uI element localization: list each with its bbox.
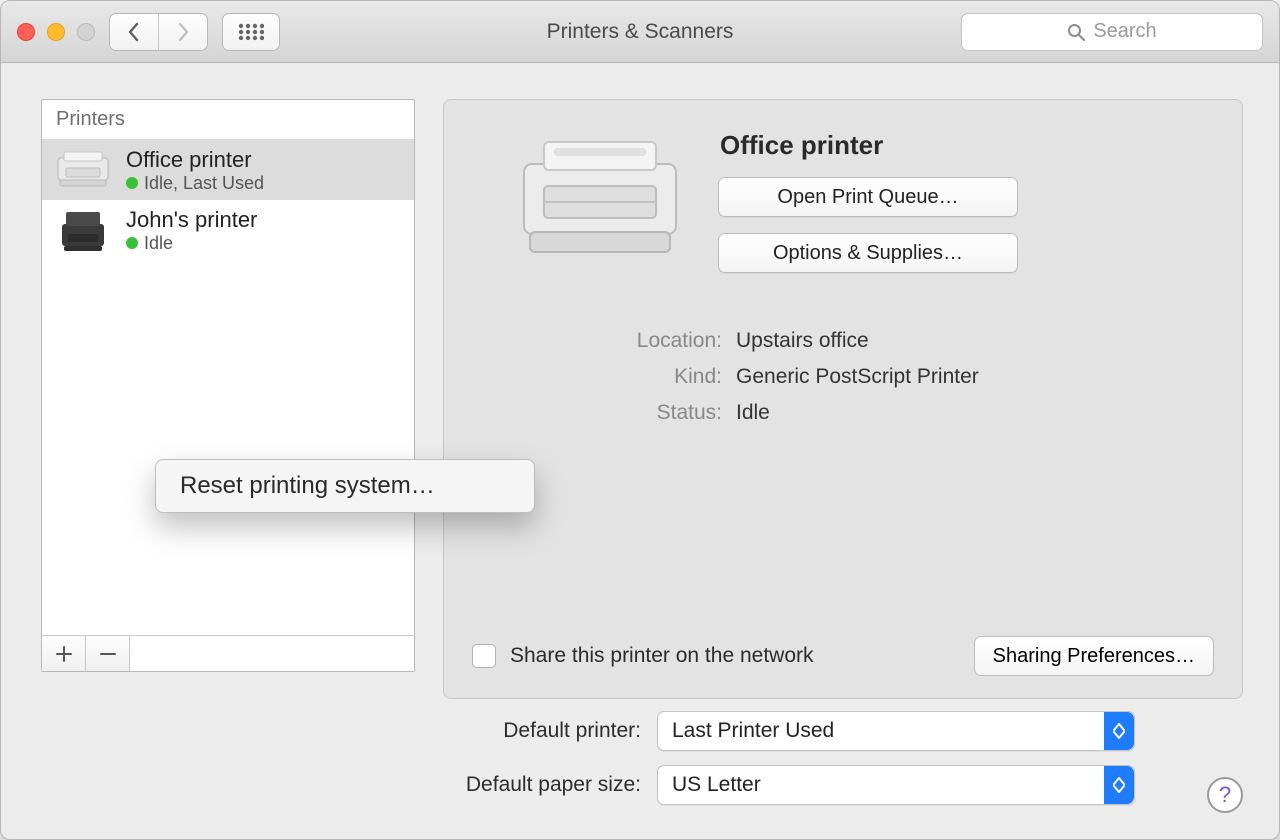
share-checkbox[interactable] <box>472 644 496 668</box>
search-icon <box>1067 23 1085 41</box>
printer-list: Office printer Idle, Last Used <box>42 140 414 635</box>
default-paper-value: US Letter <box>672 773 761 797</box>
status-dot-icon <box>126 177 138 189</box>
default-paper-label: Default paper size: <box>41 773 641 797</box>
show-all-prefs <box>222 13 280 51</box>
printer-large-icon <box>510 124 690 274</box>
share-label: Share this printer on the network <box>510 644 814 668</box>
sharing-preferences-button[interactable]: Sharing Preferences… <box>974 636 1214 676</box>
zoom-window-icon <box>77 23 95 41</box>
open-print-queue-button[interactable]: Open Print Queue… <box>718 177 1018 217</box>
options-supplies-button[interactable]: Options & Supplies… <box>718 233 1018 273</box>
location-label: Location: <box>592 329 722 353</box>
printer-status: Idle, Last Used <box>126 173 264 194</box>
location-value: Upstairs office <box>736 329 869 353</box>
printer-row-office[interactable]: Office printer Idle, Last Used <box>42 140 414 200</box>
printer-row-johns[interactable]: John's printer Idle <box>42 200 414 260</box>
status-dot-icon <box>126 237 138 249</box>
back-button[interactable] <box>110 14 158 50</box>
preferences-window: Printers & Scanners Search Printers <box>0 0 1280 840</box>
kind-value: Generic PostScript Printer <box>736 365 979 389</box>
window-controls <box>17 23 95 41</box>
help-button[interactable]: ? <box>1207 777 1243 813</box>
printer-icon <box>54 146 112 194</box>
default-printer-value: Last Printer Used <box>672 719 834 743</box>
default-paper-select[interactable]: US Letter <box>657 765 1135 805</box>
close-window-icon[interactable] <box>17 23 35 41</box>
select-stepper-icon <box>1104 766 1134 804</box>
detail-info: Location: Upstairs office Kind: Generic … <box>592 329 1214 425</box>
sidebar-footer <box>42 635 414 671</box>
status-label: Status: <box>592 401 722 425</box>
chevron-left-icon <box>126 22 142 42</box>
grid-icon <box>238 23 264 41</box>
chevron-right-icon <box>175 22 191 42</box>
minus-icon <box>100 646 116 662</box>
show-all-button[interactable] <box>223 14 279 50</box>
status-value: Idle <box>736 401 770 425</box>
default-printer-select[interactable]: Last Printer Used <box>657 711 1135 751</box>
forward-button <box>158 14 207 50</box>
content-area: Printers Office printer <box>1 63 1279 839</box>
search-placeholder: Search <box>1093 20 1156 43</box>
printer-detail-pane: Office printer Open Print Queue… Options… <box>443 99 1243 699</box>
multifunction-printer-icon <box>54 206 112 254</box>
select-stepper-icon <box>1104 712 1134 750</box>
printer-status: Idle <box>126 233 257 254</box>
detail-title: Office printer <box>720 130 1018 161</box>
printer-meta: Office printer Idle, Last Used <box>126 147 264 194</box>
nav-back-forward <box>109 13 208 51</box>
kind-label: Kind: <box>592 365 722 389</box>
printers-sidebar: Printers Office printer <box>41 99 415 672</box>
reset-printing-system-item[interactable]: Reset printing system… <box>180 472 435 500</box>
remove-printer-button[interactable] <box>86 636 130 671</box>
default-printer-label: Default printer: <box>41 719 641 743</box>
share-row: Share this printer on the network Sharin… <box>472 636 1214 676</box>
plus-icon <box>56 646 72 662</box>
sidebar-header: Printers <box>42 100 414 140</box>
add-printer-button[interactable] <box>42 636 86 671</box>
printer-name: Office printer <box>126 147 264 173</box>
printer-name: John's printer <box>126 207 257 233</box>
context-menu: Reset printing system… <box>155 459 535 513</box>
help-icon: ? <box>1219 782 1231 808</box>
printer-meta: John's printer Idle <box>126 207 257 254</box>
search-field[interactable]: Search <box>961 13 1263 51</box>
bottom-controls: Default printer: Last Printer Used Defau… <box>1 711 1279 819</box>
titlebar: Printers & Scanners Search <box>1 1 1279 63</box>
minimize-window-icon[interactable] <box>47 23 65 41</box>
